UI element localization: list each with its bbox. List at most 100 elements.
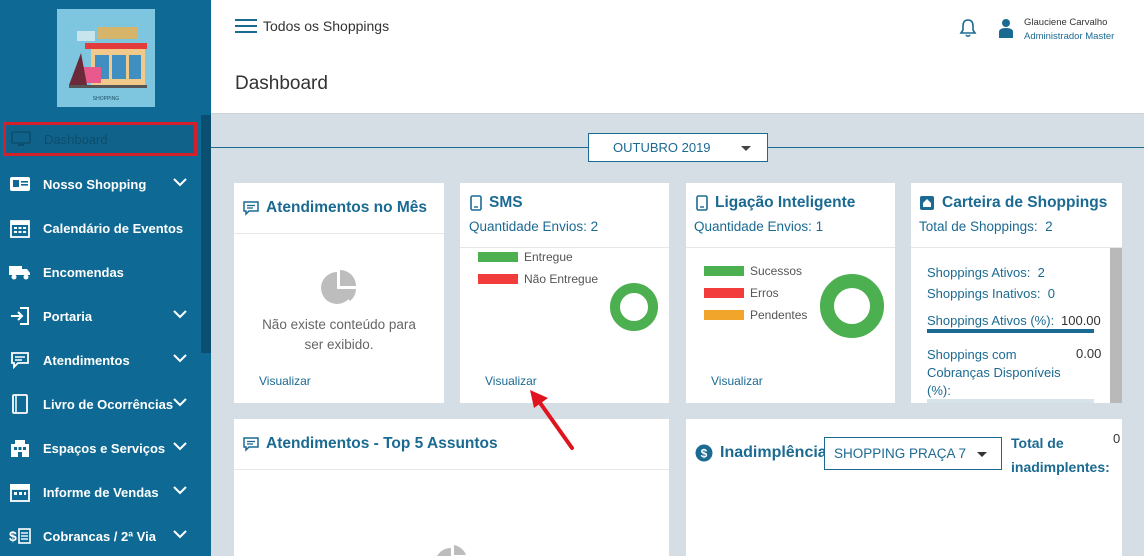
store-icon — [9, 481, 31, 503]
header-title: Todos os Shoppings — [263, 18, 390, 34]
sidebar-item-label: Atendimentos — [43, 352, 130, 368]
cobrancas-value: 0.00 — [1076, 346, 1102, 361]
pie-chart-icon — [321, 270, 356, 304]
truck-icon — [9, 261, 31, 283]
card-title: $ Inadimplência — [695, 444, 827, 462]
card-title: Atendimentos - Top 5 Assuntos — [243, 435, 498, 453]
sidebar-scrollbar[interactable] — [201, 115, 211, 353]
shopping-select-value: SHOPPING PRAÇA 7 — [834, 446, 967, 461]
chat-icon — [243, 200, 259, 216]
logo-caption: SHOPPING — [93, 96, 120, 102]
page-title: Dashboard — [235, 73, 328, 94]
user-icon[interactable] — [999, 18, 1013, 38]
ativos-pct-label: Shoppings Ativos (%): — [927, 313, 1055, 328]
sidebar-item-label: Informe de Vendas — [43, 484, 159, 500]
sidebar-item-label: Espaços e Serviços — [43, 440, 166, 456]
legend-item-nao-entregue: Não Entregue — [478, 272, 598, 286]
shopping-logo: SHOPPING — [57, 9, 155, 107]
card-atendimentos-mes: Atendimentos no Mês Não existe conteúdo … — [234, 183, 444, 403]
sidebar-item-label: Encomendas — [43, 264, 124, 280]
ativos-pct-value: 100.00 — [1061, 313, 1101, 328]
empty-state-message: Não existe conteúdo para ser exibido. — [262, 317, 416, 352]
chevron-down-icon — [173, 530, 187, 539]
mobile-phone-icon — [470, 195, 482, 211]
month-select-value: OUTUBRO 2019 — [613, 140, 711, 155]
chevron-down-icon — [173, 398, 187, 407]
ligacao-donut-chart — [820, 274, 884, 338]
card-top5-assuntos: Atendimentos - Top 5 Assuntos — [234, 419, 669, 556]
visualizar-link[interactable]: Visualizar — [259, 374, 311, 388]
hamburger-menu-icon[interactable] — [235, 19, 257, 35]
id-card-icon — [9, 173, 31, 195]
mobile-phone-icon — [696, 195, 708, 211]
sidebar: SHOPPING Dashboard Nosso Shopping Calend… — [0, 0, 211, 556]
calendar-icon — [9, 217, 31, 239]
total-inadimplentes-value: 0 — [1113, 431, 1121, 446]
cobrancas-label: Shoppings com Cobranças Disponíveis (%): — [927, 347, 1061, 398]
sidebar-item-calendario[interactable]: Calendário de Eventos — [0, 206, 200, 250]
pie-chart-icon — [437, 545, 466, 556]
top-header: Todos os Shoppings Dashboard Glauciene C… — [211, 0, 1144, 114]
card-sms: SMS Quantidade Envios: 2 Entregue Não En… — [460, 183, 669, 403]
sidebar-item-dashboard[interactable]: Dashboard — [3, 122, 197, 156]
sidebar-item-encomendas[interactable]: Encomendas — [0, 250, 200, 294]
card-divider — [911, 247, 1122, 248]
card-scrollbar[interactable] — [1110, 248, 1122, 403]
month-select[interactable]: OUTUBRO 2019 — [588, 133, 768, 162]
chat-icon — [9, 349, 31, 371]
card-carteira-shoppings: Carteira de Shoppings Total de Shoppings… — [911, 183, 1122, 403]
card-ligacao-inteligente: Ligação Inteligente Quantidade Envios: 1… — [686, 183, 895, 403]
card-divider — [234, 469, 669, 470]
caret-down-icon — [977, 452, 987, 457]
sidebar-item-livro-ocorrencias[interactable]: Livro de Ocorrências — [0, 382, 200, 426]
annotation-arrow-icon — [530, 390, 574, 450]
sidebar-item-portaria[interactable]: Portaria — [0, 294, 200, 338]
total-inadimplentes-label: Total de inadimplentes: — [1011, 435, 1110, 475]
sms-donut-chart — [610, 283, 658, 331]
bell-icon[interactable] — [959, 18, 977, 38]
book-icon — [9, 393, 31, 415]
card-title: Atendimentos no Mês — [243, 199, 427, 217]
store-icon — [920, 196, 934, 210]
sidebar-item-label: Dashboard — [44, 131, 108, 147]
sidebar-item-espacos-servicos[interactable]: Espaços e Serviços — [0, 426, 200, 470]
building-icon — [9, 437, 31, 459]
cobrancas-progress-bar — [927, 399, 1094, 403]
sidebar-item-label: Cobrancas / 2ª Via — [43, 528, 156, 544]
svg-text:$: $ — [9, 528, 17, 544]
chevron-down-icon — [173, 178, 187, 187]
dollar-list-icon: $ — [9, 525, 31, 547]
chat-icon — [243, 436, 259, 452]
card-divider — [234, 233, 444, 234]
shopping-select[interactable]: SHOPPING PRAÇA 7 — [824, 437, 1002, 470]
card-subtitle: Quantidade Envios: 2 — [469, 219, 599, 234]
sidebar-item-label: Portaria — [43, 308, 93, 324]
ativos-progress-bar — [927, 329, 1094, 333]
visualizar-link[interactable]: Visualizar — [711, 374, 763, 388]
card-title: Carteira de Shoppings — [919, 194, 1107, 212]
sidebar-item-atendimentos[interactable]: Atendimentos — [0, 338, 200, 382]
card-title: Ligação Inteligente — [696, 194, 855, 212]
sidebar-item-nosso-shopping[interactable]: Nosso Shopping — [0, 162, 200, 206]
card-divider — [686, 247, 895, 248]
user-role: Administrador Master — [1024, 31, 1115, 42]
card-title: SMS — [470, 194, 523, 212]
svg-text:$: $ — [701, 447, 708, 461]
legend-item-entregue: Entregue — [478, 250, 573, 264]
dollar-circle-icon: $ — [695, 444, 713, 462]
card-subtitle: Total de Shoppings: 2 — [919, 219, 1053, 234]
chevron-down-icon — [173, 442, 187, 451]
chevron-down-icon — [173, 310, 187, 319]
sidebar-item-cobrancas[interactable]: $ Cobrancas / 2ª Via — [0, 514, 200, 556]
caret-down-icon — [741, 146, 751, 151]
sidebar-item-informe-vendas[interactable]: Informe de Vendas — [0, 470, 200, 514]
inativos-row: Shoppings Inativos: 0 — [927, 286, 1055, 301]
door-enter-icon — [9, 305, 31, 327]
user-name[interactable]: Glauciene Carvalho — [1024, 17, 1107, 28]
chevron-down-icon — [173, 354, 187, 363]
chevron-down-icon — [173, 486, 187, 495]
card-divider — [460, 247, 669, 248]
legend-item-erros: Erros — [704, 286, 779, 300]
sidebar-item-label: Nosso Shopping — [43, 176, 147, 192]
card-subtitle: Quantidade Envios: 1 — [694, 219, 824, 234]
